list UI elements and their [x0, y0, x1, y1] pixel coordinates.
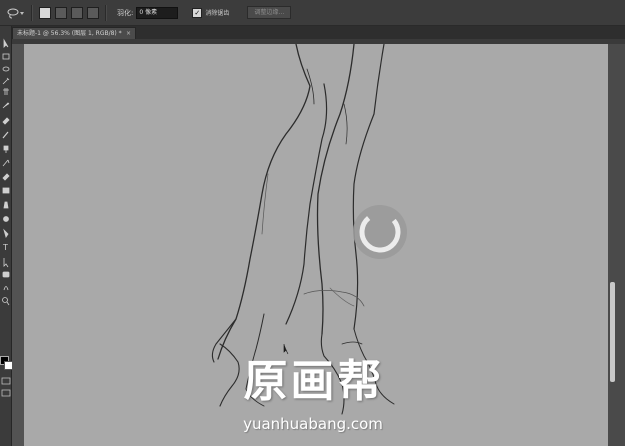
- history-brush-tool-icon: [2, 159, 10, 167]
- watermark-url: yuanhuabang.com: [243, 415, 383, 433]
- brush-tool-icon: [2, 131, 9, 139]
- pen-tool-icon: [3, 228, 9, 238]
- scrollbar-thumb[interactable]: [610, 282, 615, 382]
- document-tab-strip: 未标题-1 @ 56.3% (图层 1, RGB/8) * ×: [12, 26, 625, 39]
- path-select-tool-icon: [3, 258, 9, 268]
- vertical-scrollbar[interactable]: [608, 44, 625, 446]
- marquee-tool-icon: [2, 53, 10, 60]
- feather-input[interactable]: 0 像素: [136, 6, 179, 19]
- background-color-swatch[interactable]: [4, 361, 13, 370]
- blur-tool-icon: [3, 201, 9, 209]
- new-selection-button[interactable]: [39, 6, 51, 19]
- tools-panel: T: [0, 26, 13, 446]
- options-bar: 羽化: 0 像素 ✓ 消除锯齿 调整边缘...: [0, 0, 625, 26]
- rectangle-tool-icon: [2, 271, 10, 278]
- screen-mode-icon: [1, 389, 11, 397]
- clone-stamp-tool-icon: [3, 145, 9, 153]
- zoom-tool-icon: [2, 297, 8, 303]
- separator: [31, 4, 33, 21]
- document-tab-title: 未标题-1 @ 56.3% (图层 1, RGB/8) *: [17, 30, 122, 37]
- spinner-icon: [353, 205, 407, 259]
- cursor-icon: [283, 344, 289, 355]
- quick-select-tool-icon: [2, 77, 10, 85]
- document-tab[interactable]: 未标题-1 @ 56.3% (图层 1, RGB/8) * ×: [12, 27, 136, 39]
- watermark-brand: 原画帮: [243, 356, 385, 407]
- eraser-tool-icon: [2, 173, 10, 181]
- separator: [105, 4, 107, 21]
- gradient-tool-icon: [2, 187, 10, 194]
- add-to-selection-button[interactable]: [55, 6, 67, 19]
- healing-brush-tool-icon: [2, 117, 10, 125]
- antialias-checkbox[interactable]: ✓: [192, 7, 203, 18]
- crop-tool-icon: [3, 88, 9, 95]
- eyedropper-tool-icon: [2, 102, 10, 109]
- tool-icons: T: [2, 38, 10, 306]
- hand-tool-icon: [3, 286, 9, 291]
- feather-label: 羽化:: [117, 8, 134, 17]
- close-icon[interactable]: ×: [126, 28, 131, 39]
- refine-edge-button[interactable]: 调整边缘...: [247, 6, 292, 19]
- type-tool-icon: T: [2, 243, 8, 252]
- mode-icons: [1, 377, 11, 397]
- move-tool-icon: [3, 38, 9, 48]
- lasso-icon: [7, 8, 24, 18]
- subtract-from-selection-button[interactable]: [71, 6, 83, 19]
- antialias-label: 消除锯齿: [205, 10, 230, 17]
- intersect-selection-button[interactable]: [87, 6, 99, 19]
- lasso-tool-icon: [2, 66, 10, 72]
- dodge-tool-icon: [3, 216, 9, 222]
- tool-preset-picker[interactable]: [3, 4, 27, 22]
- quick-mask-icon: [1, 377, 11, 385]
